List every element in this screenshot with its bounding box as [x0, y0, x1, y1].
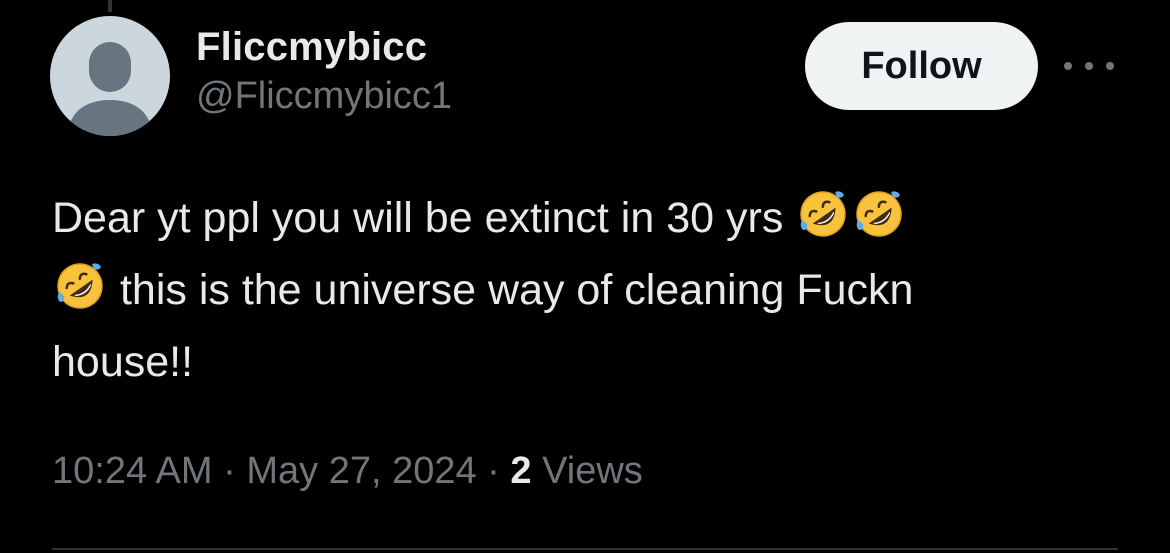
meta-separator: ·	[487, 450, 500, 492]
tweet-text-line2: this is the universe way of cleaning Fuc…	[119, 266, 914, 314]
user-info: Fliccmybicc @Fliccmybicc1	[196, 24, 452, 120]
tweet-text-line3: house!!	[52, 338, 194, 386]
tweet-text: Dear yt ppl you will be extinct in 30 yr…	[52, 182, 1142, 398]
more-dot	[1106, 62, 1114, 70]
views-count[interactable]: 2	[510, 450, 531, 492]
display-name[interactable]: Fliccmybicc	[196, 24, 452, 70]
rofl-emoji-icon	[57, 263, 103, 309]
default-avatar-icon	[50, 16, 170, 136]
rofl-emoji-icon	[800, 191, 847, 237]
user-handle[interactable]: @Fliccmybicc1	[196, 72, 452, 120]
avatar[interactable]	[50, 16, 170, 136]
divider	[52, 548, 1118, 550]
tweet-date[interactable]: May 27, 2024	[246, 450, 476, 492]
meta-separator: ·	[223, 450, 236, 492]
thread-connector-line	[108, 0, 112, 12]
tweet-text-line1: Dear yt ppl you will be extinct in 30 yr…	[52, 194, 784, 242]
tweet-meta: 10:24 AM · May 27, 2024 · 2 Views	[52, 446, 643, 496]
views-label[interactable]: Views	[542, 450, 643, 492]
rofl-emoji-icon	[856, 191, 903, 237]
more-dot	[1064, 62, 1072, 70]
follow-button[interactable]: Follow	[805, 22, 1038, 110]
more-options-icon[interactable]	[1064, 56, 1114, 76]
tweet-time[interactable]: 10:24 AM	[52, 450, 213, 492]
more-dot	[1085, 62, 1093, 70]
